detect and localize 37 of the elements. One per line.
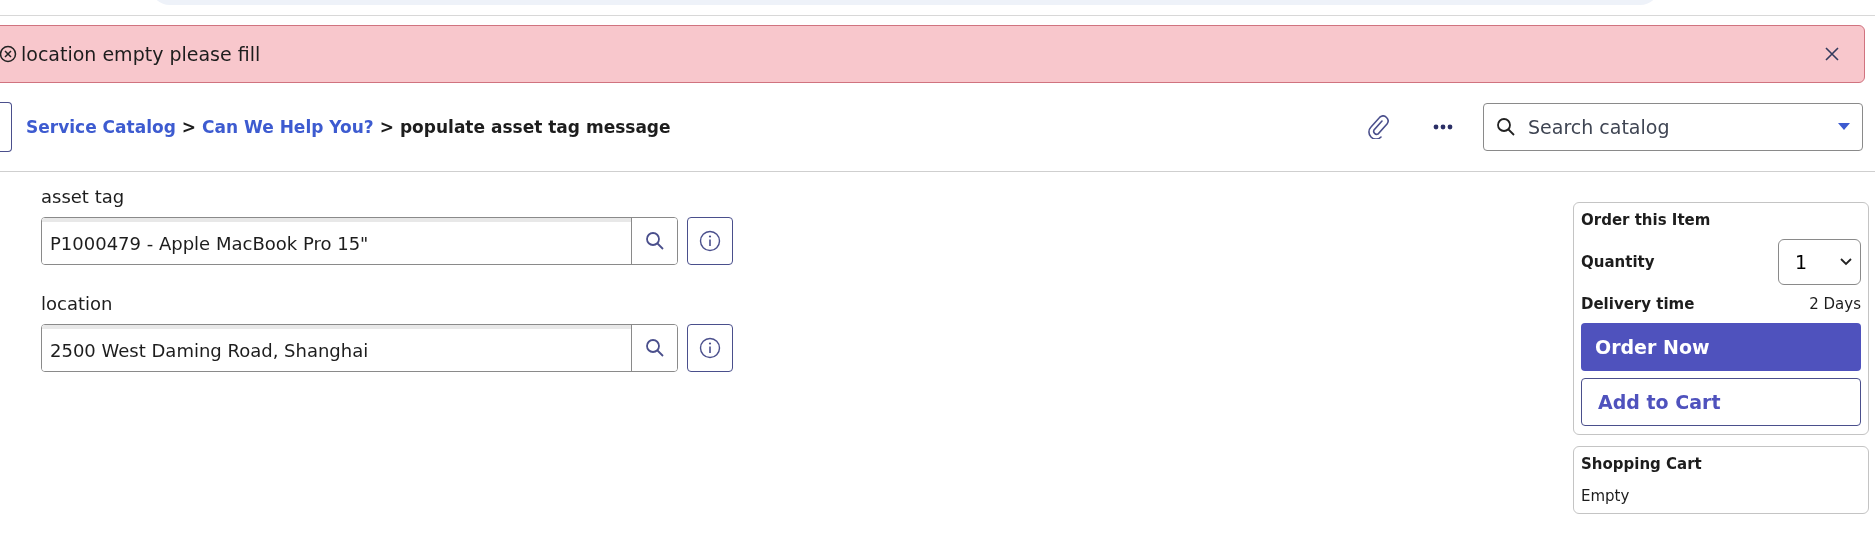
order-now-button[interactable]: Order Now [1581,323,1861,371]
reference-field[interactable]: P1000479 - Apple MacBook Pro 15" [41,217,678,265]
panel-title: Order this Item [1581,211,1712,229]
quantity-label: Quantity [1581,253,1655,271]
info-icon [699,337,721,359]
info-icon [699,230,721,252]
close-icon [1824,46,1840,62]
search-field[interactable]: Search catalog [1483,103,1863,151]
search-icon [1496,117,1516,137]
back-button[interactable] [0,102,12,152]
breadcrumb-separator: > [181,117,197,137]
cart-status: Empty [1581,487,1631,505]
info-button[interactable] [687,217,733,265]
lookup-button[interactable] [631,218,677,264]
search-input[interactable]: Search catalog [1526,115,1828,139]
dropdown-icon [1838,123,1850,131]
field-label: asset tag [41,186,126,207]
add-to-cart-button[interactable]: Add to Cart [1581,378,1861,426]
error-icon [0,45,17,63]
panel-title: Shopping Cart [1581,455,1703,473]
search-icon [644,231,665,251]
breadcrumb-current: populate asset tag message [399,117,671,137]
delivery-label: Delivery time [1581,295,1695,313]
quantity-select[interactable]: 1 [1778,239,1861,285]
chevron-down-icon [1840,258,1852,266]
lookup-button[interactable] [631,325,677,371]
alert-message: location empty please fill [21,43,262,65]
breadcrumb-link[interactable]: Service Catalog [26,117,176,137]
breadcrumb-link[interactable]: Can We Help You? [202,117,374,137]
field-label: location [41,293,114,314]
reference-field[interactable]: 2500 West Daming Road, Shanghai [41,324,678,372]
breadcrumb-separator: > [379,117,394,137]
more-icon [1433,124,1453,130]
paperclip-icon [1367,115,1389,139]
search-icon [644,338,665,358]
delivery-time: 2 Days [1809,295,1861,313]
info-button[interactable] [687,324,733,372]
